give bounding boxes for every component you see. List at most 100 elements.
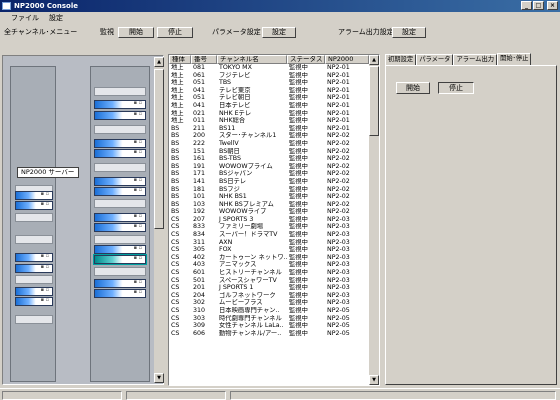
table-cell: TwellV: [219, 139, 239, 147]
device-unit[interactable]: [94, 289, 146, 298]
table-row[interactable]: 地上 081 TOKYO MX 監視中 NP2-01: [169, 64, 369, 72]
maximize-button[interactable]: □: [533, 1, 544, 10]
table-row[interactable]: BS 161 BS-TBS 監視中 NP2-02: [169, 155, 369, 163]
rack-scrollbar[interactable]: ▲ ▼: [154, 57, 164, 383]
table-cell: NP2-01: [327, 101, 350, 109]
monitor-stop-button[interactable]: 停止: [157, 27, 193, 38]
device-unit[interactable]: [94, 149, 146, 158]
device-unit[interactable]: [94, 223, 146, 232]
device-unit[interactable]: [94, 245, 146, 254]
column-header[interactable]: 番号: [191, 55, 217, 64]
table-row[interactable]: CS 601 ヒストリーチャンネル 監視中 NP2-03: [169, 269, 369, 277]
table-cell: NP2-03: [327, 299, 350, 307]
table-cell: 監視中: [289, 132, 308, 140]
table-row[interactable]: BS 171 BSジャパン 監視中 NP2-02: [169, 170, 369, 178]
device-unit[interactable]: [94, 187, 146, 196]
empty-slot: [94, 267, 146, 276]
table-row[interactable]: BS 181 BSフジ 監視中 NP2-02: [169, 186, 369, 194]
table-cell: CS: [171, 276, 180, 284]
device-unit[interactable]: [94, 177, 146, 186]
scroll-thumb[interactable]: [369, 66, 379, 136]
table-row[interactable]: CS 310 日本映画専門チャン.. 監視中 NP2-05: [169, 307, 369, 315]
device-unit[interactable]: [15, 191, 53, 200]
table-row[interactable]: BS 101 NHK BS1 監視中 NP2-02: [169, 193, 369, 201]
column-header[interactable]: NP2000: [325, 55, 369, 64]
table-cell: NHK BS1: [219, 193, 247, 201]
table-row[interactable]: CS 305 FOX 監視中 NP2-03: [169, 246, 369, 254]
table-cell: テレビ東京: [219, 86, 251, 94]
menu-file[interactable]: ファイル: [10, 12, 40, 24]
scroll-up-arrow-icon[interactable]: ▲: [369, 55, 379, 65]
column-header[interactable]: ステータス: [287, 55, 325, 64]
table-row[interactable]: 地上 051 テレビ朝日 監視中 NP2-01: [169, 94, 369, 102]
table-row[interactable]: CS 309 女性チャンネル LaLa.. 監視中 NP2-05: [169, 322, 369, 330]
all-channels-menu[interactable]: 全チャンネル･メニュー: [4, 27, 77, 37]
device-rack-panel: NP2000 サーバー ▲ ▼: [2, 55, 164, 385]
table-cell: CS: [171, 238, 180, 246]
table-row[interactable]: CS 833 ファミリー劇場 監視中 NP2-03: [169, 223, 369, 231]
table-row[interactable]: BS 151 BS朝日 監視中 NP2-02: [169, 148, 369, 156]
device-unit[interactable]: [15, 297, 53, 306]
table-cell: NP2-01: [327, 124, 350, 132]
table-row[interactable]: CS 303 時代劇専門チャンネル 監視中 NP2-05: [169, 315, 369, 323]
column-header[interactable]: チャンネル名: [217, 55, 287, 64]
table-row[interactable]: CS 606 動物チャンネル/アー.. 監視中 NP2-05: [169, 330, 369, 338]
table-cell: J SPORTS 3: [219, 215, 254, 223]
table-row[interactable]: BS 191 WOWOWプライム 監視中 NP2-02: [169, 163, 369, 171]
table-row[interactable]: 地上 041 テレビ東京 監視中 NP2-01: [169, 87, 369, 95]
device-unit-selected[interactable]: [93, 254, 147, 265]
minimize-button[interactable]: _: [521, 1, 532, 10]
scroll-down-arrow-icon[interactable]: ▼: [154, 373, 164, 383]
table-cell: 311: [193, 238, 206, 246]
table-row[interactable]: 地上 041 日本テレビ 監視中 NP2-01: [169, 102, 369, 110]
device-unit[interactable]: [15, 253, 53, 262]
device-unit[interactable]: [94, 100, 146, 109]
tab-initial-settings[interactable]: 初期設定: [385, 54, 417, 65]
tab-parameters[interactable]: パラメータ: [416, 54, 454, 65]
table-row[interactable]: CS 402 カートゥーン ネットワ.. 監視中 NP2-03: [169, 254, 369, 262]
table-row[interactable]: CS 302 ムービープラス 監視中 NP2-03: [169, 299, 369, 307]
title-bar[interactable]: NP2000 Console _ □ ×: [0, 0, 560, 12]
table-row[interactable]: 地上 011 NHK総合 監視中 NP2-01: [169, 117, 369, 125]
table-row[interactable]: CS 403 アニマックス 監視中 NP2-03: [169, 261, 369, 269]
empty-slot: [15, 275, 53, 284]
table-row[interactable]: BS 200 スター･チャンネル1 監視中 NP2-02: [169, 132, 369, 140]
device-unit[interactable]: [94, 213, 146, 222]
menu-settings[interactable]: 設定: [48, 12, 64, 24]
table-row[interactable]: 地上 021 NHK Eテレ 監視中 NP2-01: [169, 110, 369, 118]
table-row[interactable]: CS 501 スペースシャワーTV 監視中 NP2-03: [169, 277, 369, 285]
param-settings-button[interactable]: 設定: [262, 27, 296, 38]
table-row[interactable]: BS 103 NHK BSプレミアム 監視中 NP2-02: [169, 201, 369, 209]
table-row[interactable]: CS 207 J SPORTS 3 監視中 NP2-03: [169, 216, 369, 224]
table-row[interactable]: CS 311 AXN 監視中 NP2-03: [169, 239, 369, 247]
table-row[interactable]: BS 211 BS11 監視中 NP2-01: [169, 125, 369, 133]
alarm-settings-button[interactable]: 設定: [392, 27, 426, 38]
table-cell: NP2-03: [327, 223, 350, 231]
table-row[interactable]: CS 201 J SPORTS 1 監視中 NP2-03: [169, 284, 369, 292]
table-row[interactable]: 地上 051 TBS 監視中 NP2-01: [169, 79, 369, 87]
device-unit[interactable]: [15, 287, 53, 296]
table-row[interactable]: 地上 061 フジテレビ 監視中 NP2-01: [169, 72, 369, 80]
scroll-thumb[interactable]: [154, 69, 164, 229]
table-row[interactable]: BS 222 TwellV 監視中 NP2-02: [169, 140, 369, 148]
device-unit[interactable]: [15, 264, 53, 273]
device-unit[interactable]: [94, 279, 146, 288]
device-unit[interactable]: [94, 139, 146, 148]
tab-alarm-output[interactable]: アラーム出力: [453, 54, 498, 65]
scroll-up-arrow-icon[interactable]: ▲: [154, 57, 164, 67]
close-button[interactable]: ×: [547, 1, 558, 10]
table-row[interactable]: CS 834 スーパー！ドラマTV 監視中 NP2-03: [169, 231, 369, 239]
table-row[interactable]: BS 192 WOWOWライブ 監視中 NP2-02: [169, 208, 369, 216]
device-unit[interactable]: [15, 201, 53, 210]
table-scrollbar[interactable]: ▲ ▼: [369, 55, 379, 385]
tab-start-stop[interactable]: 開始･停止: [497, 53, 532, 65]
scroll-down-arrow-icon[interactable]: ▼: [369, 375, 379, 385]
table-row[interactable]: CS 204 ゴルフネットワーク 監視中 NP2-03: [169, 292, 369, 300]
stop-button[interactable]: 停止: [438, 82, 474, 94]
column-header[interactable]: 種体: [169, 55, 191, 64]
monitor-start-button[interactable]: 開始: [118, 27, 154, 38]
table-row[interactable]: BS 141 BS日テレ 監視中 NP2-02: [169, 178, 369, 186]
device-unit[interactable]: [94, 111, 146, 120]
table-cell: BSフジ: [219, 185, 240, 193]
start-button[interactable]: 開始: [396, 82, 430, 94]
